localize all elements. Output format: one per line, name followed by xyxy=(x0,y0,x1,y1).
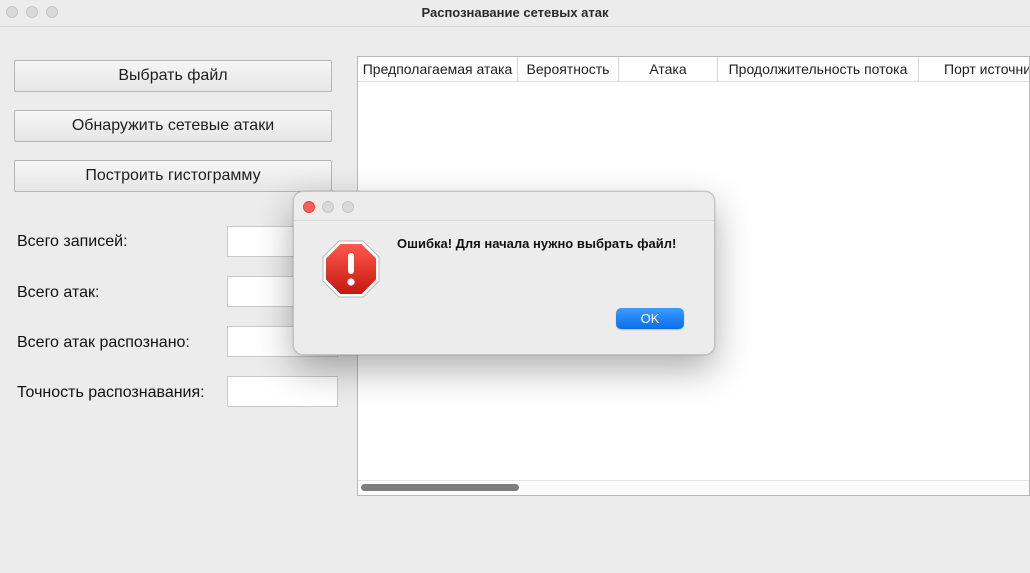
error-dialog: Ошибка! Для начала нужно выбрать файл! O… xyxy=(293,191,715,355)
horizontal-scrollbar[interactable] xyxy=(358,480,1029,495)
build-histogram-button[interactable]: Построить гистограмму xyxy=(14,160,332,192)
dialog-zoom-icon xyxy=(342,201,354,213)
column-header-attack[interactable]: Атака xyxy=(619,57,718,81)
column-header-predicted-attack[interactable]: Предполагаемая атака xyxy=(358,57,518,81)
scrollbar-thumb[interactable] xyxy=(361,484,519,491)
window-title: Распознавание сетевых атак xyxy=(421,5,609,20)
dialog-divider xyxy=(294,220,714,221)
stop-error-icon xyxy=(322,240,380,298)
column-header-probability[interactable]: Вероятность xyxy=(518,57,619,81)
recognized-attacks-label: Всего атак распознано: xyxy=(17,334,190,351)
dialog-close-icon[interactable] xyxy=(303,201,315,213)
table-header: Предполагаемая атака Вероятность Атака П… xyxy=(358,57,1029,82)
column-header-source-port[interactable]: Порт источника xyxy=(919,57,1029,81)
dialog-message: Ошибка! Для начала нужно выбрать файл! xyxy=(397,236,677,251)
ok-button[interactable]: OK xyxy=(616,308,684,329)
recognition-accuracy-field[interactable] xyxy=(227,376,338,407)
column-header-flow-duration[interactable]: Продолжительность потока xyxy=(718,57,919,81)
total-records-label: Всего записей: xyxy=(17,233,128,250)
total-attacks-label: Всего атак: xyxy=(17,284,100,301)
dialog-minimize-icon xyxy=(322,201,334,213)
select-file-button[interactable]: Выбрать файл xyxy=(14,60,332,92)
detect-attacks-button[interactable]: Обнаружить сетевые атаки xyxy=(14,110,332,142)
window-titlebar: Распознавание сетевых атак xyxy=(0,0,1030,27)
recognition-accuracy-label: Точность распознавания: xyxy=(17,384,205,401)
